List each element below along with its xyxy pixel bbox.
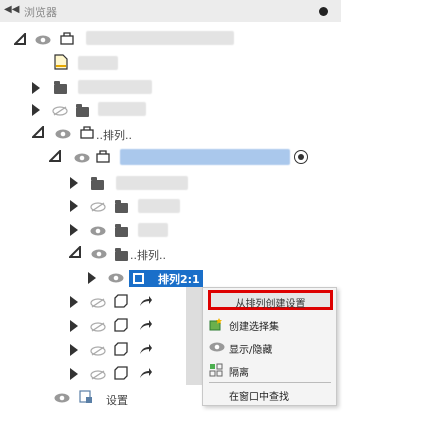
hidden-eye-icon[interactable] — [90, 322, 106, 332]
selection-set-icon — [209, 317, 223, 334]
eye-icon[interactable] — [74, 153, 90, 163]
eye-icon[interactable] — [90, 226, 106, 236]
component-icon — [60, 31, 74, 45]
component-icon — [96, 149, 110, 163]
eye-icon[interactable] — [35, 35, 51, 45]
find-in-window-item[interactable]: 在窗口中查找 — [203, 384, 336, 404]
create-selection-set-item[interactable]: 创建选择集 — [203, 314, 336, 334]
eye-icon — [209, 342, 225, 355]
menu-separator — [209, 382, 331, 383]
folder-icon — [91, 177, 104, 190]
eye-icon[interactable] — [54, 393, 70, 403]
document-name-blurred — [78, 56, 118, 70]
browser-title: 浏览器 — [24, 6, 57, 19]
component-name-blurred — [120, 149, 290, 165]
expand-open-icon[interactable] — [47, 148, 61, 165]
settings-label: 设置 — [106, 394, 128, 407]
menu-item-label: 隔离 — [229, 368, 249, 379]
hidden-eye-icon[interactable] — [90, 202, 106, 212]
component-icon — [80, 125, 94, 139]
folder-name-blurred — [138, 223, 168, 237]
collapse-icon[interactable]: ◀◀ — [4, 4, 19, 15]
body-icon — [114, 342, 128, 356]
pattern-label: ..排列.. — [96, 129, 132, 142]
expand-open-icon[interactable] — [67, 244, 81, 261]
menu-item-label: 创建选择集 — [229, 322, 279, 333]
body-icon — [114, 366, 128, 380]
selected-pattern-label: 排列2:1 — [158, 273, 200, 286]
folder-icon — [76, 104, 89, 117]
document-icon — [54, 54, 68, 70]
folder-icon — [115, 200, 128, 213]
show-hide-item[interactable]: 显示/隐藏 — [203, 337, 336, 357]
pin-icon[interactable] — [319, 7, 328, 16]
link-arrow-icon — [139, 295, 153, 309]
eye-icon[interactable] — [55, 129, 71, 139]
hidden-eye-icon[interactable] — [90, 298, 106, 308]
activate-radio-icon[interactable] — [294, 150, 308, 164]
expand-closed-icon[interactable] — [70, 320, 78, 332]
folder-icon — [115, 248, 128, 261]
expand-closed-icon[interactable] — [70, 177, 78, 189]
menu-item-label: 在窗口中查找 — [229, 392, 289, 403]
folder-icon — [54, 81, 67, 94]
pattern-icon — [133, 273, 144, 284]
eye-icon[interactable] — [108, 273, 124, 283]
pattern-label: ..排列.. — [130, 249, 166, 262]
menu-item-label: 从排列创建设置 — [235, 299, 306, 310]
folder-name-blurred — [78, 80, 152, 94]
create-setting-from-pattern-item[interactable]: 从排列创建设置 — [208, 290, 333, 310]
isolate-icon — [209, 363, 223, 380]
expand-closed-icon[interactable] — [88, 272, 96, 284]
context-menu: 从排列创建设置 创建选择集 显示/隐藏 隔离 在窗口中查找 — [202, 287, 337, 406]
expand-open-icon[interactable] — [30, 124, 44, 141]
isolate-item[interactable]: 隔离 — [203, 360, 336, 380]
eye-icon[interactable] — [91, 249, 107, 259]
expand-closed-icon[interactable] — [70, 368, 78, 380]
expand-closed-icon[interactable] — [70, 296, 78, 308]
expand-closed-icon[interactable] — [70, 200, 78, 212]
folder-name-blurred — [116, 176, 188, 190]
expand-closed-icon[interactable] — [32, 104, 40, 116]
expand-closed-icon[interactable] — [70, 224, 78, 236]
hidden-eye-icon[interactable] — [90, 346, 106, 356]
hidden-eye-icon[interactable] — [90, 370, 106, 380]
body-icon — [114, 294, 128, 308]
body-icon — [114, 318, 128, 332]
link-arrow-icon — [139, 319, 153, 333]
root-name-blurred — [86, 31, 234, 45]
browser-header: ◀◀ 浏览器 — [0, 0, 341, 22]
expand-open-icon[interactable] — [12, 31, 26, 48]
link-arrow-icon — [139, 367, 153, 381]
menu-item-label: 显示/隐藏 — [229, 345, 273, 356]
selected-pattern-item[interactable]: 排列2:1 — [129, 270, 203, 287]
expand-closed-icon[interactable] — [32, 82, 40, 94]
hidden-eye-icon[interactable] — [52, 106, 68, 116]
folder-name-blurred — [98, 102, 146, 116]
settings-icon — [79, 390, 93, 404]
folder-name-blurred — [138, 199, 180, 213]
expand-closed-icon[interactable] — [70, 344, 78, 356]
folder-icon — [115, 224, 128, 237]
link-arrow-icon — [139, 343, 153, 357]
